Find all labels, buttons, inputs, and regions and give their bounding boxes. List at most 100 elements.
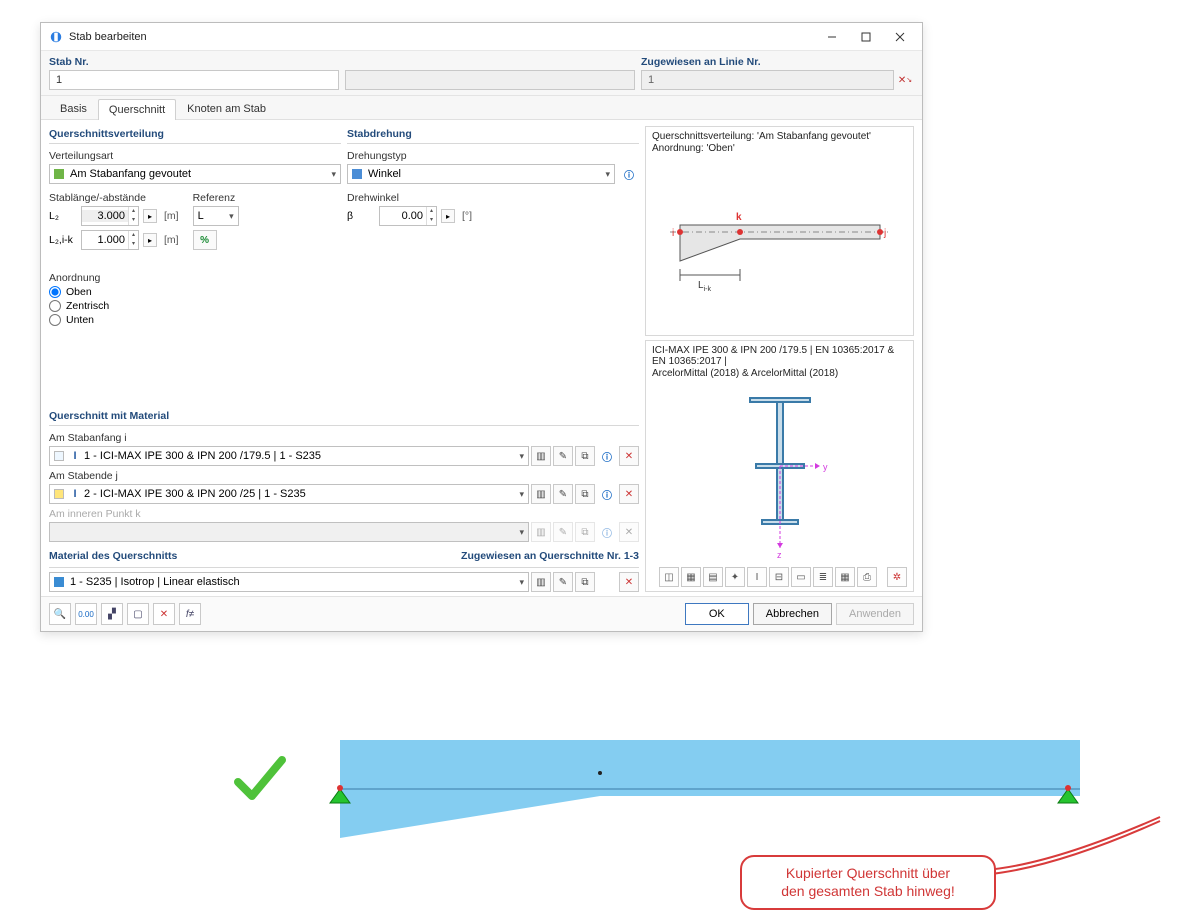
new-icon[interactable]: ✎ [553, 572, 573, 592]
lz-input[interactable]: ▴▾ [81, 206, 139, 226]
linie-nr-input [641, 70, 894, 90]
new-icon: ✎ [553, 522, 573, 542]
ref-select[interactable]: L ▾ [193, 206, 239, 226]
anord-zentrisch-radio[interactable]: Zentrisch [49, 300, 341, 312]
beta-input[interactable]: ▴▾ [379, 206, 437, 226]
beta-arrow-button[interactable]: ▸ [441, 209, 455, 223]
library-icon[interactable]: ▥ [531, 446, 551, 466]
copy-icon[interactable]: ⧉ [575, 484, 595, 504]
anord-unten-radio[interactable]: Unten [49, 314, 341, 326]
rot-group-header: Stabdrehung [347, 126, 639, 144]
cs-start-select[interactable]: I 1 - ICI-MAX IPE 300 & IPN 200 /179.5 |… [49, 446, 529, 466]
cs-end-value: 2 - ICI-MAX IPE 300 & IPN 200 /25 | 1 - … [84, 488, 306, 500]
cancel-button[interactable]: Abbrechen [753, 603, 832, 625]
select-icon[interactable]: ✕ [619, 572, 639, 592]
preview-sec-line2: ArcelorMittal (2018) & ArcelorMittal (20… [652, 368, 907, 379]
dialog-window: Stab bearbeiten Stab Nr. Zugewiesen an L… [40, 22, 923, 632]
middle-empty-field [345, 70, 635, 90]
svg-text:j: j [883, 228, 886, 239]
tool-view-2[interactable]: ▦ [681, 567, 701, 587]
info-icon[interactable]: ⓘ [619, 164, 639, 184]
tab-querschnitt[interactable]: Querschnitt [98, 99, 176, 120]
bottom-magnify-icon[interactable]: 🔍 [49, 603, 71, 625]
cs-start-value: 1 - ICI-MAX IPE 300 & IPN 200 /179.5 | 1… [84, 450, 321, 462]
length-label: Stablänge/-abstände [49, 192, 179, 204]
tool-values[interactable]: ▦ [835, 567, 855, 587]
app-icon [49, 30, 63, 44]
svg-text:k: k [736, 212, 742, 223]
lz-label: L₂ [49, 210, 77, 222]
section-preview: ICI-MAX IPE 300 & IPN 200 /179.5 | EN 10… [645, 340, 914, 592]
bottom-tool-4[interactable]: f≠ [179, 603, 201, 625]
new-icon[interactable]: ✎ [553, 484, 573, 504]
select-icon[interactable]: ✕ [619, 446, 639, 466]
window-minimize-button[interactable] [816, 26, 848, 48]
dist-type-label: Verteilungsart [49, 150, 341, 162]
tool-view-1[interactable]: ◫ [659, 567, 679, 587]
mat-assign-label: Zugewiesen an Querschnitte Nr. 1-3 [461, 550, 639, 562]
new-icon[interactable]: ✎ [553, 446, 573, 466]
preview-sec-line1: ICI-MAX IPE 300 & IPN 200 /179.5 | EN 10… [652, 345, 907, 367]
window-title: Stab bearbeiten [69, 31, 816, 43]
svg-text:i: i [672, 228, 674, 239]
lz-arrow-button[interactable]: ▸ [143, 209, 157, 223]
rot-type-label: Drehungstyp [347, 150, 639, 162]
cs-inner-label: Am inneren Punkt k [49, 508, 639, 520]
tool-print[interactable]: ⎙ [857, 567, 877, 587]
bottom-tool-3[interactable]: ✕ [153, 603, 175, 625]
tool-section[interactable]: I [747, 567, 767, 587]
cs-end-select[interactable]: I 2 - ICI-MAX IPE 300 & IPN 200 /25 | 1 … [49, 484, 529, 504]
tool-view-3[interactable]: ▤ [703, 567, 723, 587]
library-icon[interactable]: ▥ [531, 484, 551, 504]
tool-axis[interactable]: ✦ [725, 567, 745, 587]
stab-nr-input[interactable] [49, 70, 339, 90]
rot-type-value: Winkel [368, 168, 401, 180]
info-icon[interactable]: ⓘ [597, 446, 617, 466]
annotation-callout: Kupierter Querschnitt über den gesamten … [740, 855, 996, 910]
mat-select[interactable]: 1 - S235 | Isotrop | Linear elastisch ▾ [49, 572, 529, 592]
dist-type-value: Am Stabanfang gevoutet [70, 168, 191, 180]
dist-type-select[interactable]: Am Stabanfang gevoutet ▾ [49, 164, 341, 184]
tool-list[interactable]: ≣ [813, 567, 833, 587]
chevron-down-icon: ▾ [229, 211, 234, 222]
mat-value: 1 - S235 | Isotrop | Linear elastisch [70, 576, 240, 588]
select-icon[interactable]: ✕ [619, 484, 639, 504]
window-maximize-button[interactable] [850, 26, 882, 48]
bottom-tool-1[interactable]: ▞ [101, 603, 123, 625]
copy-icon[interactable]: ⧉ [575, 446, 595, 466]
ok-button[interactable]: OK [685, 603, 749, 625]
window-close-button[interactable] [884, 26, 916, 48]
select-icon: ✕ [619, 522, 639, 542]
apply-button[interactable]: Anwenden [836, 603, 914, 625]
tabs: Basis Querschnitt Knoten am Stab [41, 96, 922, 120]
copy-icon: ⧉ [575, 522, 595, 542]
library-icon[interactable]: ▥ [531, 572, 551, 592]
pick-line-icon[interactable]: ✕↘ [896, 71, 914, 89]
preview-dist-line1: Querschnittsverteilung: 'Am Stabanfang g… [652, 131, 907, 142]
beta-unit: [°] [462, 210, 472, 222]
tab-knoten[interactable]: Knoten am Stab [176, 98, 277, 119]
rot-type-select[interactable]: Winkel ▾ [347, 164, 615, 184]
percent-button[interactable]: % [193, 230, 217, 250]
library-icon: ▥ [531, 522, 551, 542]
anord-oben-radio[interactable]: Oben [49, 286, 341, 298]
lzik-arrow-button[interactable]: ▸ [143, 233, 157, 247]
info-icon: ⓘ [597, 522, 617, 542]
preview-toolbar: ◫ ▦ ▤ ✦ I ⊟ ▭ ≣ ▦ ⎙ ✲ [652, 563, 907, 587]
info-icon[interactable]: ⓘ [597, 484, 617, 504]
tool-grid[interactable]: ▭ [791, 567, 811, 587]
anord-label: Anordnung [49, 272, 341, 284]
copy-icon[interactable]: ⧉ [575, 572, 595, 592]
lzik-input[interactable]: ▴▾ [81, 230, 139, 250]
cs-group-header: Querschnitt mit Material [49, 408, 639, 426]
bottom-tool-2[interactable]: ▢ [127, 603, 149, 625]
ref-value: L [198, 210, 204, 222]
beam-diagram [320, 740, 1080, 860]
tool-dims[interactable]: ⊟ [769, 567, 789, 587]
chevron-down-icon: ▾ [605, 169, 610, 180]
mat-header: Material des Querschnitts [49, 550, 461, 562]
svg-text:Li-k: Li-k [698, 280, 711, 293]
tool-settings[interactable]: ✲ [887, 567, 907, 587]
tab-basis[interactable]: Basis [49, 98, 98, 119]
bottom-scale-icon[interactable]: 0.00 [75, 603, 97, 625]
